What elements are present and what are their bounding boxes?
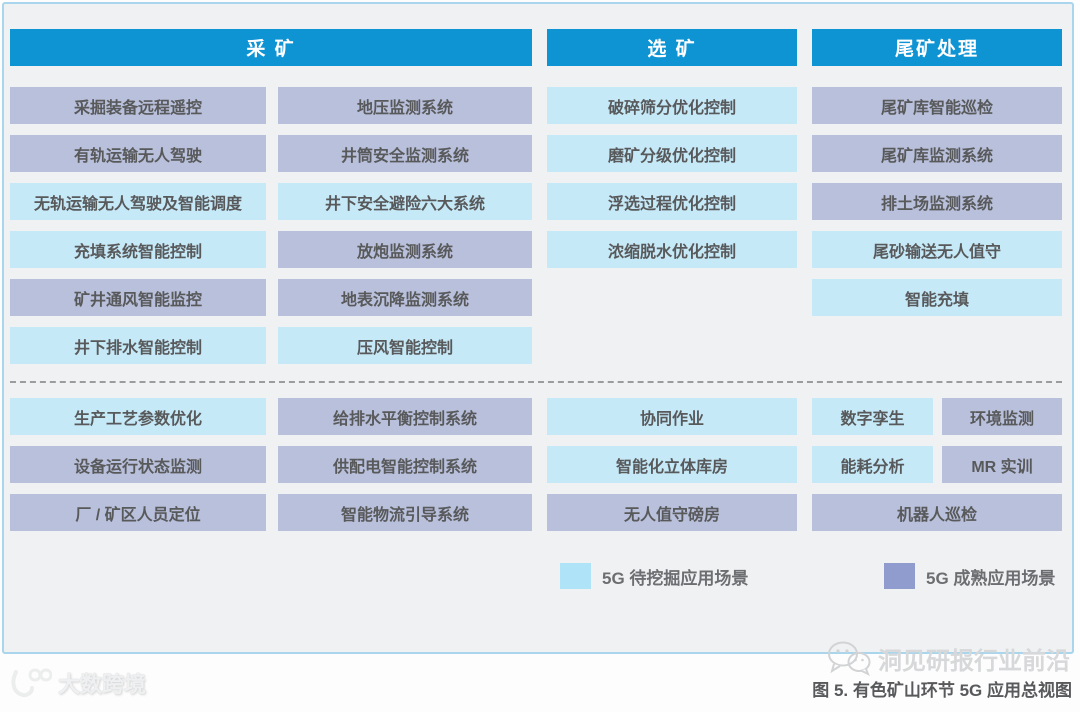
figure-caption: 图 5. 有色矿山环节 5G 应用总视图 — [812, 681, 1072, 700]
app-item: 尾矿库智能巡检 — [812, 87, 1062, 124]
app-item: 矿井通风智能监控 — [10, 279, 266, 316]
app-item: 地表沉降监测系统 — [278, 279, 532, 316]
app-item: 设备运行状态监测 — [10, 446, 266, 483]
app-item: 尾矿库监测系统 — [812, 135, 1062, 172]
app-item: 井下排水智能控制 — [10, 327, 266, 364]
app-item: 井下安全避险六大系统 — [278, 183, 532, 220]
app-item: 放炮监测系统 — [278, 231, 532, 268]
legend-swatch-mature — [884, 563, 915, 589]
app-item: 浓缩脱水优化控制 — [547, 231, 797, 268]
app-item: 生产工艺参数优化 — [10, 398, 266, 435]
app-item: 无轨运输无人驾驶及智能调度 — [10, 183, 266, 220]
legend-label-mature: 5G 成熟应用场景 — [926, 568, 1056, 588]
app-item: 供配电智能控制系统 — [278, 446, 532, 483]
app-item: 环境监测 — [942, 398, 1062, 435]
app-item: 机器人巡检 — [812, 494, 1062, 531]
column-header-tailings: 尾矿处理 — [812, 29, 1062, 66]
app-item: 智能充填 — [812, 279, 1062, 316]
app-item: 协同作业 — [547, 398, 797, 435]
app-item: 尾砂输送无人值守 — [812, 231, 1062, 268]
app-item: 智能物流引导系统 — [278, 494, 532, 531]
app-item: 压风智能控制 — [278, 327, 532, 364]
watermark-left: 大数跨境 — [8, 666, 146, 700]
app-item: 地压监测系统 — [278, 87, 532, 124]
dashu-logo-icon — [11, 668, 52, 698]
app-item: 排土场监测系统 — [812, 183, 1062, 220]
column-header-beneficiation: 选 矿 — [547, 29, 797, 66]
app-item: 采掘装备远程遥控 — [10, 87, 266, 124]
column-header-mining: 采 矿 — [10, 29, 532, 66]
legend-label-potential: 5G 待挖掘应用场景 — [602, 568, 749, 588]
app-item: 能耗分析 — [812, 446, 933, 483]
app-item: 磨矿分级优化控制 — [547, 135, 797, 172]
figure-5g-mining-overview: 采 矿 选 矿 尾矿处理 采掘装备远程遥控 有轨运输无人驾驶 无轨运输无人驾驶及智能… — [0, 0, 1080, 712]
app-item: 有轨运输无人驾驶 — [10, 135, 266, 172]
app-item: 给排水平衡控制系统 — [278, 398, 532, 435]
app-item: 充填系统智能控制 — [10, 231, 266, 268]
app-item: 浮选过程优化控制 — [547, 183, 797, 220]
section-divider — [10, 381, 1062, 383]
app-item: 厂 / 矿区人员定位 — [10, 494, 266, 531]
app-item: 智能化立体库房 — [547, 446, 797, 483]
watermark-left-text: 大数跨境 — [58, 672, 147, 697]
legend-swatch-potential — [560, 563, 591, 589]
app-item: MR 实训 — [942, 446, 1062, 483]
app-item: 井筒安全监测系统 — [278, 135, 532, 172]
app-item: 数字孪生 — [812, 398, 933, 435]
app-item: 无人值守磅房 — [547, 494, 797, 531]
app-item: 破碎筛分优化控制 — [547, 87, 797, 124]
